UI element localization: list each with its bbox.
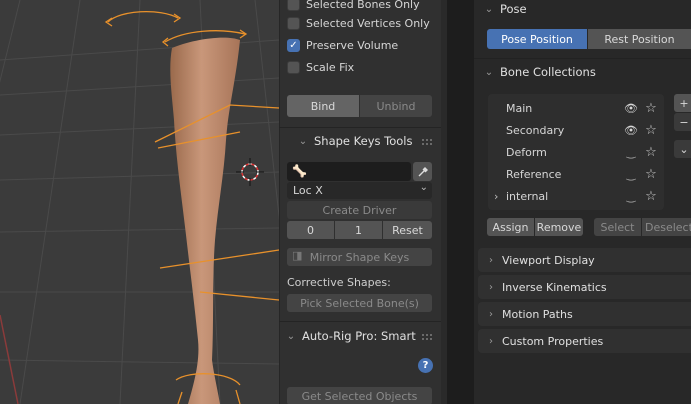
remove-icon[interactable]: − — [674, 113, 691, 131]
list-item[interactable]: Reference ‿ ☆ — [488, 163, 663, 185]
bone-icon: 🦴 — [292, 164, 307, 178]
bone-collections-list[interactable]: Main 👁 ☆ Secondary 👁 ☆ Deform ‿ ☆ Refere… — [488, 94, 664, 210]
remove-button[interactable]: Remove — [535, 218, 583, 236]
chevron-down-icon: ⌄ — [484, 3, 494, 15]
chevron-down-icon: ⌄ — [298, 135, 308, 147]
chevron-down-icon[interactable]: ⌄ — [674, 140, 691, 158]
3d-viewport[interactable] — [0, 0, 279, 404]
collection-name: Secondary — [506, 123, 565, 137]
chevron-right-icon: › — [489, 335, 493, 347]
section-title: Custom Properties — [502, 334, 604, 348]
chevron-down-icon: ⌄ — [286, 330, 296, 342]
section-title: Pose — [500, 2, 527, 16]
checkbox-box[interactable] — [287, 0, 300, 11]
corrective-shapes-label: Corrective Shapes: — [287, 276, 391, 289]
pose-position-button[interactable]: Pose Position — [487, 29, 587, 49]
bone-collections-header[interactable]: ⌄ Bone Collections — [484, 65, 596, 79]
scale-fix-checkbox[interactable]: Scale Fix — [287, 58, 354, 76]
star-icon[interactable]: ☆ — [644, 189, 658, 204]
x-axis-line — [0, 314, 19, 404]
list-item[interactable]: Main 👁 ☆ — [488, 97, 663, 119]
unbind-button[interactable]: Unbind — [360, 95, 432, 117]
collection-name: Main — [506, 101, 533, 115]
create-driver-button[interactable]: Create Driver — [287, 201, 432, 219]
chevron-right-icon: › — [489, 308, 493, 320]
section-title: Motion Paths — [502, 307, 573, 321]
loc-select[interactable]: Loc X ⌄ — [287, 182, 432, 199]
checkbox-label: Preserve Volume — [306, 38, 399, 52]
divider — [474, 58, 691, 59]
checkbox-box[interactable] — [287, 60, 300, 74]
star-icon[interactable]: ☆ — [644, 101, 658, 116]
chevron-down-icon: ⌄ — [419, 182, 428, 193]
checkbox-label: Selected Vertices Only — [306, 16, 430, 30]
list-item[interactable]: Secondary 👁 ☆ — [488, 119, 663, 141]
collection-name: Deform — [506, 145, 547, 159]
motion-paths-section[interactable]: › Motion Paths — [478, 302, 691, 326]
min-value-field[interactable]: 0 — [287, 221, 334, 239]
properties-tab-bar — [447, 0, 474, 404]
drag-handle-icon[interactable] — [422, 334, 432, 340]
section-title: Inverse Kinematics — [502, 280, 607, 294]
mirror-shape-keys-label: Mirror Shape Keys — [309, 250, 410, 264]
rest-position-button[interactable]: Rest Position — [588, 29, 691, 49]
divider — [279, 127, 441, 128]
selected-vertices-only-checkbox[interactable]: Selected Vertices Only — [287, 14, 430, 32]
checkbox-label: Scale Fix — [306, 60, 355, 74]
pick-selected-bones-button[interactable]: Pick Selected Bone(s) — [287, 294, 432, 312]
star-icon[interactable]: ☆ — [644, 123, 658, 138]
eyedropper-icon[interactable] — [413, 162, 432, 181]
bone-name-field[interactable]: 🦴 — [287, 162, 411, 181]
eye-closed-icon[interactable]: ‿ — [624, 146, 638, 159]
list-item[interactable]: › internal ‿ ☆ — [488, 185, 663, 207]
mirror-icon: ◨ — [292, 249, 303, 262]
drag-handle-icon[interactable] — [422, 139, 432, 145]
checkbox-label: Selected Bones Only — [306, 0, 420, 11]
star-icon[interactable]: ☆ — [644, 167, 658, 182]
auto-rig-pro-smart-header[interactable]: ⌄ Auto-Rig Pro: Smart — [286, 329, 416, 343]
collection-name: Reference — [506, 167, 562, 181]
section-title: Auto-Rig Pro: Smart — [302, 329, 416, 343]
custom-properties-section[interactable]: › Custom Properties — [478, 329, 691, 353]
deselect-button[interactable]: Deselect — [642, 218, 691, 236]
eye-icon[interactable]: 👁 — [624, 102, 638, 115]
star-icon[interactable]: ☆ — [644, 145, 658, 160]
collection-name: internal — [506, 189, 549, 203]
divider — [279, 321, 441, 322]
chevron-right-icon[interactable]: › — [494, 190, 498, 203]
select-button[interactable]: Select — [594, 218, 641, 236]
checkmark-icon[interactable]: ✓ — [287, 38, 300, 52]
assign-button[interactable]: Assign — [487, 218, 534, 236]
3d-cursor-icon — [236, 158, 264, 186]
get-selected-objects-button[interactable]: Get Selected Objects — [287, 387, 432, 404]
pose-header[interactable]: ⌄ Pose — [484, 2, 527, 16]
eye-icon[interactable]: 👁 — [624, 124, 638, 137]
add-icon[interactable]: + — [674, 94, 691, 112]
preserve-volume-checkbox[interactable]: ✓ Preserve Volume — [287, 36, 398, 54]
character-leg — [170, 37, 240, 404]
question-icon[interactable]: ? — [418, 358, 433, 373]
viewport-scene — [0, 0, 279, 404]
bind-button[interactable]: Bind — [287, 95, 359, 117]
mirror-shape-keys-button[interactable]: ◨ Mirror Shape Keys — [287, 248, 432, 266]
list-item[interactable]: Deform ‿ ☆ — [488, 141, 663, 163]
section-title: Viewport Display — [502, 253, 595, 267]
checkbox-box[interactable] — [287, 16, 300, 30]
chevron-down-icon: ⌄ — [484, 66, 494, 78]
viewport-display-section[interactable]: › Viewport Display — [478, 248, 691, 272]
reset-button[interactable]: Reset — [383, 221, 432, 239]
section-title: Shape Keys Tools — [314, 134, 413, 148]
chevron-right-icon: › — [489, 281, 493, 293]
max-value-field[interactable]: 1 — [335, 221, 382, 239]
chevron-right-icon: › — [489, 254, 493, 266]
shape-keys-tools-header[interactable]: ⌄ Shape Keys Tools — [298, 134, 413, 148]
eye-closed-icon[interactable]: ‿ — [624, 190, 638, 203]
loc-select-value: Loc X — [293, 184, 323, 197]
eye-closed-icon[interactable]: ‿ — [624, 168, 638, 181]
inverse-kinematics-section[interactable]: › Inverse Kinematics — [478, 275, 691, 299]
selected-bones-only-checkbox[interactable]: Selected Bones Only — [287, 0, 420, 13]
section-title: Bone Collections — [500, 65, 596, 79]
